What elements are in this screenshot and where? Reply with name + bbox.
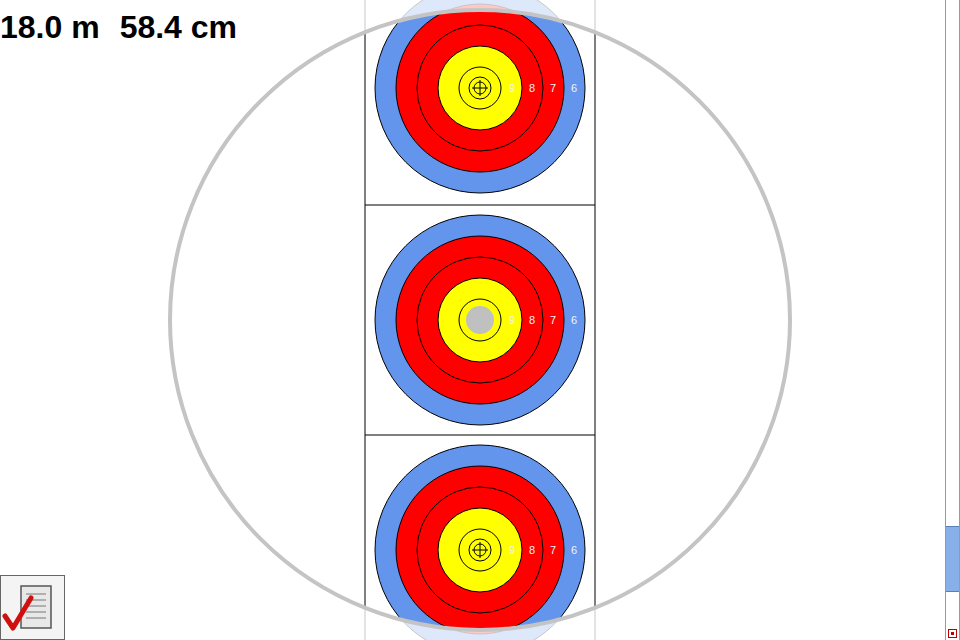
ring-number: 9	[509, 314, 515, 326]
ring-number: 6	[571, 82, 577, 94]
target-face: 9 8 7 6	[375, 445, 585, 640]
ring-number: 8	[529, 82, 535, 94]
ring-number: 9	[509, 544, 515, 556]
scorecard-button[interactable]	[0, 575, 65, 640]
aim-dot	[466, 306, 494, 334]
ring-number: 8	[529, 544, 535, 556]
corner-icon[interactable]	[948, 629, 957, 638]
sight-readout: 18.0 m 58.4 cm	[0, 10, 237, 45]
setting-text: 58.4 cm	[120, 10, 237, 45]
scroll-thumb[interactable]	[946, 526, 959, 592]
scorecard-icon	[1, 576, 64, 639]
crosshair-icon	[472, 80, 488, 96]
ring-number: 8	[529, 314, 535, 326]
ring-number: 9	[509, 82, 515, 94]
scrollbar[interactable]	[945, 0, 960, 640]
ring-number: 6	[571, 544, 577, 556]
thumb-size	[946, 527, 959, 591]
scroll-track[interactable]	[946, 0, 959, 626]
target-face: 9 8 7 6	[375, 0, 585, 193]
ring-number: 6	[571, 314, 577, 326]
scope-view[interactable]: 9 8 7 6 9 8 7 6 9 8 7 6	[0, 0, 945, 640]
scope-ring	[170, 10, 790, 630]
target-face: 9 8 7 6	[375, 215, 585, 425]
ring-number: 7	[550, 314, 556, 326]
target-canvas: 9 8 7 6 9 8 7 6 9 8 7 6	[0, 0, 945, 640]
distance-text: 18.0 m	[0, 10, 100, 45]
ring-number: 7	[550, 544, 556, 556]
ring-number: 7	[550, 82, 556, 94]
crosshair-icon	[472, 542, 488, 558]
